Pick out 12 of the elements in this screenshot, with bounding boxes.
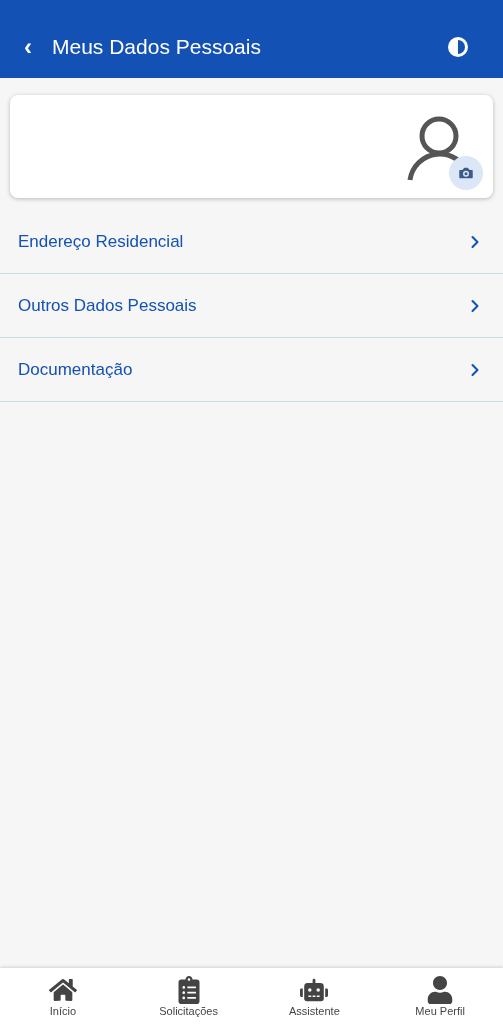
back-button[interactable]: ‹ bbox=[16, 35, 40, 59]
nav-item[interactable]: Solicitações bbox=[125, 968, 252, 1024]
page-title: Meus Dados Pessoais bbox=[52, 34, 261, 61]
menu-item[interactable]: Endereço Residencial bbox=[0, 210, 503, 274]
nav-item[interactable]: Assistente bbox=[251, 968, 378, 1024]
nav-item[interactable]: Início bbox=[0, 968, 126, 1024]
nav-item[interactable]: Meu Perfil bbox=[377, 968, 503, 1024]
person-icon bbox=[426, 975, 455, 1004]
menu-item[interactable]: Outros Dados Pessoais bbox=[0, 274, 503, 338]
contrast-icon[interactable] bbox=[447, 36, 469, 58]
camera-button[interactable] bbox=[449, 155, 483, 190]
menu-item[interactable]: Documentação bbox=[0, 338, 503, 402]
